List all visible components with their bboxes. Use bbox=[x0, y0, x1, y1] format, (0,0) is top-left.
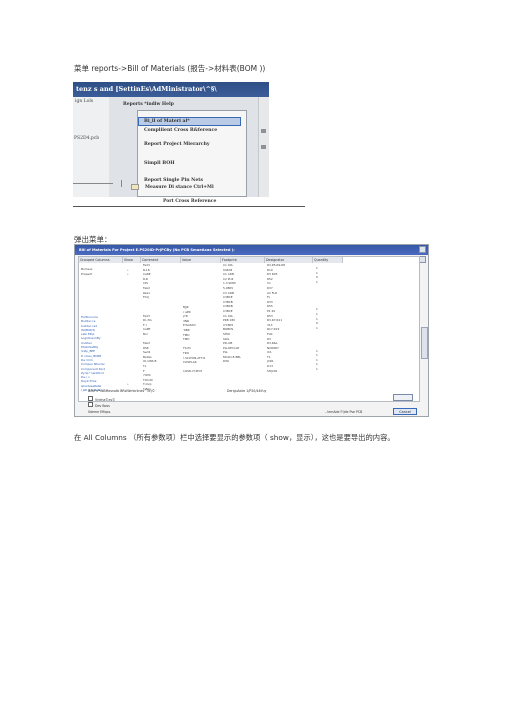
reports-dropdown: Bi_ll of Materi al* Compliient Cross R&f… bbox=[137, 110, 247, 197]
bom-grid: Grouped Columns Show Comment Value Footp… bbox=[78, 256, 420, 402]
column-header[interactable]: Show bbox=[123, 257, 141, 263]
close-icon[interactable] bbox=[419, 246, 426, 253]
menu-item-component-cross-reference[interactable]: Compliient Cross R&ference bbox=[144, 128, 217, 133]
side-toolbar bbox=[258, 97, 269, 197]
menu-item-bill-of-materials[interactable]: Bi_ll of Materi al* bbox=[138, 117, 241, 126]
force-columns-option[interactable]: ..!emAde F!jde Pse PCB bbox=[325, 410, 362, 414]
show-column[interactable]: • • • bbox=[127, 263, 129, 387]
bom-file-path: BiIsP<•iNBMesnatb BRsIWmkrknes^3c)© bbox=[88, 389, 156, 393]
folder-icon bbox=[131, 184, 139, 190]
menu-item-measure-distance[interactable]: Measure Di stance Ctrl+Ml bbox=[145, 185, 214, 190]
toolbar-icon[interactable] bbox=[261, 129, 266, 133]
divider bbox=[121, 180, 122, 187]
restore-icon[interactable] bbox=[419, 256, 426, 263]
quantity-column: 1 1 0 1 1 1 1 0 1 1 1 1 1 1 bbox=[316, 266, 318, 372]
column-header[interactable]: Quantity bbox=[313, 257, 343, 263]
toolbar-icon[interactable] bbox=[261, 145, 266, 149]
menu-item-port-cross-reference[interactable]: Port Cross Reference bbox=[163, 199, 216, 204]
menubar[interactable]: Reports *indiw Help bbox=[123, 102, 174, 107]
report-button[interactable] bbox=[393, 394, 413, 401]
menu-item-report-single-pin-nets[interactable]: Report Single Pin Nets bbox=[144, 178, 203, 183]
designator-column: R3,R5,R9,R8 R10 R3 R05 R52 C1 R37 A2 FLR… bbox=[267, 263, 286, 373]
column-header[interactable]: Value bbox=[181, 257, 221, 263]
caption-top: 菜单 reports->Bill of Materials (报告->材料表(B… bbox=[74, 64, 266, 73]
checkbox[interactable] bbox=[88, 396, 93, 401]
dialog-title: Bill of Materials For Project E.PS20ID-P… bbox=[75, 245, 428, 255]
checkbox[interactable] bbox=[88, 402, 93, 407]
project-pane: ign Lols PS2D4.pcb bbox=[73, 97, 109, 197]
caption-bottom: 在 All Columns （所有参数项）栏中选择要显示的参数项（ show，显… bbox=[74, 433, 395, 442]
cancel-button[interactable]: Cancel bbox=[393, 408, 417, 415]
menu-screenshot: tenz s and [SettinEs\AdMinistrator\^§\ i… bbox=[73, 82, 269, 197]
pane-label: ign Lols bbox=[75, 99, 94, 104]
divider bbox=[73, 206, 305, 207]
bom-dialog: Bill of Materials For Project E.PS20ID-P… bbox=[74, 244, 429, 417]
all-columns-list[interactable]: FullDocume Builder<a builder<a2 ISQBUt(5… bbox=[81, 315, 105, 392]
value-column: BJJK r aPR J7R 3NR E!6ASDh '4BR TMD TMD … bbox=[183, 305, 206, 374]
export-options[interactable]: Sdeme Effxpo. bbox=[88, 410, 111, 414]
checkbox-option-2[interactable]: Dev Boss bbox=[88, 402, 110, 408]
grouped-columns-list[interactable]: Bomsus Properti bbox=[81, 267, 92, 276]
document-info: DeriguAcke 1/P20/44lfuy bbox=[227, 389, 267, 393]
column-header[interactable]: Grouped Columns bbox=[79, 257, 123, 263]
menu-item-simple-bom[interactable]: Simpll BOH bbox=[144, 161, 175, 166]
divider bbox=[73, 183, 113, 184]
footprint-column: C1 40L 04408 C1 ADB C2 PU4 1.3.SMW 5.080… bbox=[223, 263, 241, 364]
comment-column: Fad3 R-18 CaRE R-R CtS Feb2 Res1 F0.IJ F… bbox=[143, 263, 157, 392]
window-title: tenz s and [SettinEs\AdMinistrator\^§\ bbox=[73, 82, 269, 97]
menu-item-report-project-hierarchy[interactable]: Report Project Mierarchy bbox=[144, 142, 210, 147]
pcb-file-item[interactable]: PS2D4.pcb bbox=[74, 136, 99, 141]
side-buttons[interactable] bbox=[421, 327, 428, 359]
